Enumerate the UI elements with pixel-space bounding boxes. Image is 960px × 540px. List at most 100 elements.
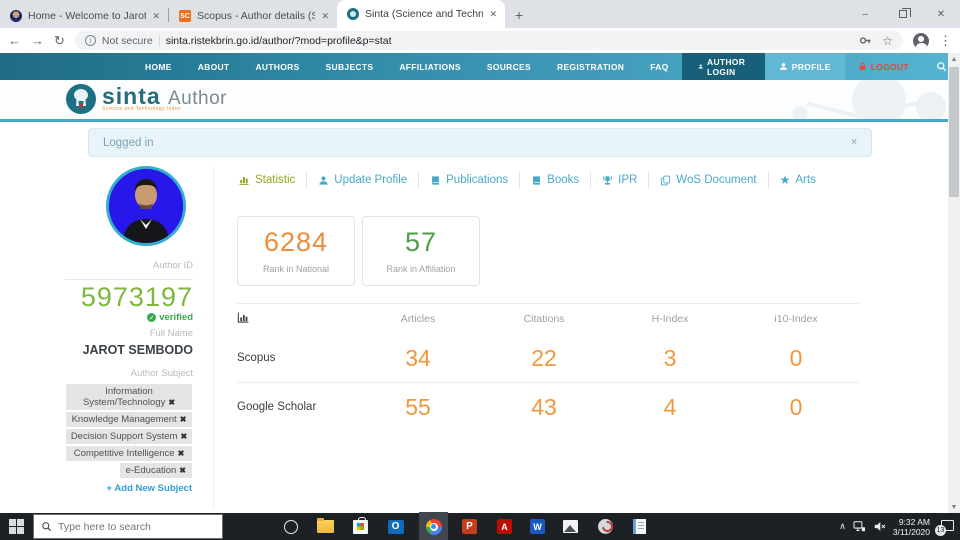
tab-label: IPR	[618, 174, 637, 186]
microsoft-store-icon[interactable]	[351, 517, 370, 536]
scopus-citations: 22	[481, 345, 607, 372]
key-icon[interactable]	[859, 34, 872, 47]
nav-item-home[interactable]: HOME	[132, 53, 185, 80]
restore-button[interactable]	[884, 0, 922, 28]
powerpoint-icon[interactable]: P	[460, 517, 479, 536]
scrollbar-thumb[interactable]	[949, 67, 959, 197]
remove-subject-icon[interactable]: ✖	[168, 398, 175, 407]
profile-avatar-icon[interactable]	[913, 33, 929, 49]
nav-item-affiliations[interactable]: AFFILIATIONS	[386, 53, 474, 80]
start-button[interactable]	[9, 519, 24, 534]
browser-tab-scopus[interactable]: SC Scopus - Author details (Suroso, ✕	[169, 4, 337, 28]
tab-close-icon[interactable]: ✕	[489, 9, 497, 20]
taskbar-search[interactable]	[33, 514, 223, 539]
nav-label: HOME	[145, 62, 172, 72]
volume-muted-icon[interactable]	[873, 521, 886, 532]
tab-arts[interactable]: ★ Arts	[769, 171, 827, 189]
clock[interactable]: 9:32 AM 3/11/2020	[893, 517, 930, 537]
tab-label: Publications	[446, 174, 508, 186]
nav-label: REGISTRATION	[557, 62, 624, 72]
alert-close-icon[interactable]: ×	[851, 137, 857, 148]
reload-button[interactable]: ↻	[54, 34, 65, 47]
author-id-label: Author ID	[65, 260, 193, 271]
tab-wos-document[interactable]: WoS Document	[649, 171, 768, 189]
notepad-icon[interactable]	[630, 517, 649, 536]
remove-subject-icon[interactable]: ✖	[178, 449, 185, 458]
browser-tab-home[interactable]: Home - Welcome to Jarot Suroso ✕	[0, 4, 168, 28]
cortana-icon[interactable]	[281, 517, 300, 536]
nav-item-subjects[interactable]: SUBJECTS	[313, 53, 387, 80]
nav-item-authors[interactable]: AUTHORS	[242, 53, 312, 80]
scroll-up-arrow[interactable]: ▲	[948, 53, 960, 65]
nav-label: SOURCES	[487, 62, 531, 72]
nav-label: FAQ	[650, 62, 668, 72]
nav-item-logout[interactable]: LOGOUT	[845, 53, 922, 80]
nav-item-profile[interactable]: PROFILE	[765, 53, 845, 80]
outlook-icon[interactable]: O	[386, 517, 405, 536]
nav-label: SUBJECTS	[326, 62, 374, 72]
nav-item-registration[interactable]: REGISTRATION	[544, 53, 637, 80]
tab-statistic[interactable]: Statistic	[237, 171, 307, 189]
action-center-icon[interactable]: 13	[937, 519, 954, 534]
nav-item-sources[interactable]: SOURCES	[474, 53, 544, 80]
sinta-logo[interactable]: sinta Science and Technology Index	[66, 84, 181, 114]
tab-publications[interactable]: Publications	[419, 171, 520, 189]
media-app-icon[interactable]	[596, 517, 615, 536]
nav-label: ABOUT	[198, 62, 230, 72]
tab-label: Books	[547, 174, 579, 186]
tab-close-icon[interactable]: ✕	[152, 11, 160, 22]
remove-subject-icon[interactable]: ✖	[180, 415, 187, 424]
acrobat-icon[interactable]: A	[495, 517, 514, 536]
nav-item-about[interactable]: ABOUT	[185, 53, 243, 80]
back-button[interactable]: ←	[8, 34, 21, 47]
close-button[interactable]: ✕	[922, 0, 960, 28]
tab-ipr[interactable]: IPR	[591, 171, 649, 189]
photos-icon[interactable]	[561, 517, 580, 536]
subject-chip-label: e-Education	[126, 465, 177, 476]
nav-item-faq[interactable]: FAQ	[637, 53, 681, 80]
minimize-button[interactable]: –	[846, 0, 884, 28]
stats-table: Articles Citations H-Index i10-Index Sco…	[237, 303, 859, 431]
menu-dots-icon[interactable]: ⋮	[939, 34, 952, 47]
add-new-subject-link[interactable]: + Add New Subject	[107, 483, 192, 494]
url-omnibox[interactable]: i Not secure sinta.ristekbrin.go.id/auth…	[75, 31, 903, 50]
chrome-icon[interactable]	[424, 517, 443, 536]
tab-books[interactable]: Books	[520, 171, 591, 189]
col-header-i10index: i10-Index	[733, 313, 859, 325]
word-icon[interactable]: W	[528, 517, 547, 536]
tab-update-profile[interactable]: Update Profile	[307, 171, 419, 189]
tab-label: WoS Document	[676, 174, 756, 186]
home-favicon	[10, 10, 22, 22]
scopus-i10index: 0	[733, 345, 859, 372]
page-scrollbar[interactable]: ▲ ▼	[948, 53, 960, 513]
new-tab-button[interactable]: +	[515, 7, 523, 23]
screen: Home - Welcome to Jarot Suroso ✕ SC Scop…	[0, 0, 960, 540]
browser-tab-sinta[interactable]: Sinta (Science and Technology In ✕	[337, 0, 505, 28]
tab-close-icon[interactable]: ✕	[321, 11, 329, 22]
main-content: Logged in × Author ID 5973197 ✓ verified…	[0, 122, 948, 513]
remove-subject-icon[interactable]: ✖	[180, 432, 187, 441]
bar-chart-icon	[238, 174, 250, 186]
bookmark-star-icon[interactable]: ☆	[882, 35, 893, 47]
notification-badge: 13	[935, 525, 946, 536]
author-subject-label: Author Subject	[65, 368, 193, 379]
tray-expand-icon[interactable]: ∧	[839, 521, 846, 532]
network-icon[interactable]	[853, 521, 866, 532]
author-photo	[106, 166, 186, 246]
alert-text: Logged in	[103, 137, 154, 149]
copy-icon	[660, 175, 671, 186]
file-explorer-icon[interactable]	[316, 517, 335, 536]
subject-chip-label: Competitive Intelligence	[74, 448, 175, 459]
molecule-decoration	[852, 80, 906, 119]
forward-button[interactable]: →	[31, 34, 44, 47]
col-header-hindex: H-Index	[607, 313, 733, 325]
scroll-down-arrow[interactable]: ▼	[948, 501, 960, 513]
remove-subject-icon[interactable]: ✖	[179, 466, 186, 475]
info-icon[interactable]: i	[85, 35, 96, 46]
nav-item-author-login[interactable]: AUTHOR LOGIN	[682, 53, 765, 80]
taskbar-search-input[interactable]	[58, 521, 198, 533]
check-icon: ✓	[147, 313, 156, 322]
rank-affiliation-label: Rank in Affiliation	[363, 264, 479, 274]
stats-header-row: Articles Citations H-Index i10-Index	[237, 304, 859, 334]
tab-label: Update Profile	[334, 174, 407, 186]
